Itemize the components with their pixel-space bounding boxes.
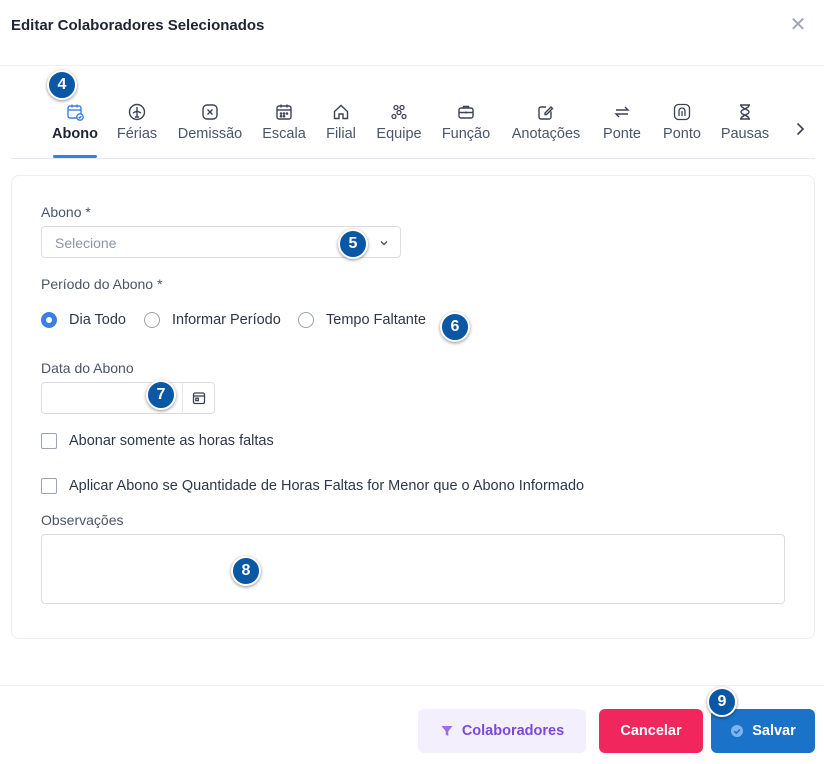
step-badge: 6 <box>440 312 470 342</box>
checkbox-aplicar-menor[interactable]: Aplicar Abono se Quantidade de Horas Fal… <box>41 478 584 494</box>
briefcase-icon <box>458 105 474 119</box>
radio-circle <box>144 312 160 328</box>
tab-label: Ponte <box>603 126 641 142</box>
data-abono-input[interactable] <box>41 382 215 414</box>
step-badge: 8 <box>231 556 261 586</box>
close-icon[interactable]: ✕ <box>788 15 808 36</box>
observacoes-textarea[interactable] <box>41 534 785 604</box>
radio-label: Tempo Faltante <box>326 312 426 328</box>
radio-label: Dia Todo <box>69 312 126 328</box>
fingerprint-icon <box>673 103 691 121</box>
calendar-badge-icon <box>67 104 84 121</box>
chevron-right-icon[interactable] <box>790 119 810 139</box>
checkbox-box <box>41 433 57 449</box>
tab-escala[interactable]: Escala <box>262 96 306 158</box>
tab-anotacoes[interactable]: Anotações <box>510 96 582 158</box>
x-circle-icon <box>202 104 218 120</box>
calendar-grid-icon <box>276 104 292 120</box>
tab-equipe[interactable]: Equipe <box>376 96 422 158</box>
calendar-icon <box>192 392 205 405</box>
tab-label: Férias <box>116 126 158 142</box>
checkbox-box <box>41 478 57 494</box>
tab-funcao[interactable]: Função <box>441 96 491 158</box>
tab-filial[interactable]: Filial <box>325 96 357 158</box>
modal-header: Editar Colaboradores Selecionados ✕ <box>0 0 824 66</box>
cancel-label: Cancelar <box>620 723 682 739</box>
tab-label: Abono <box>52 126 98 142</box>
tab-abono[interactable]: Abono <box>52 96 98 158</box>
airplane-icon <box>128 103 146 121</box>
tab-label: Pausas <box>720 126 770 142</box>
tab-label: Ponto <box>663 126 701 142</box>
calendar-button[interactable] <box>182 383 214 413</box>
home-icon <box>333 104 349 120</box>
colaboradores-button[interactable]: Colaboradores <box>418 709 586 753</box>
periodo-label: Período do Abono * <box>41 276 163 292</box>
checkbox-label: Abonar somente as horas faltas <box>69 433 274 449</box>
tab-label: Equipe <box>376 126 422 142</box>
abono-placeholder: Selecione <box>55 235 117 251</box>
tab-ponto[interactable]: Ponto <box>661 96 703 158</box>
check-circle-icon <box>731 725 744 737</box>
checkbox-horas-faltas[interactable]: Abonar somente as horas faltas <box>41 433 274 449</box>
colaboradores-label: Colaboradores <box>461 723 565 739</box>
step-badge: 4 <box>47 70 77 100</box>
radio-dia-todo[interactable]: Dia Todo <box>41 312 126 328</box>
tab-label: Demissão <box>177 126 243 142</box>
radio-circle <box>298 312 314 328</box>
radio-informar-periodo[interactable]: Informar Período <box>144 312 281 328</box>
hourglass-icon <box>740 104 750 120</box>
tab-label: Função <box>441 126 491 142</box>
filter-icon <box>441 726 453 736</box>
edit-note-icon <box>538 106 554 120</box>
data-abono-label: Data do Abono <box>41 360 134 376</box>
step-badge: 7 <box>146 380 176 410</box>
abono-label: Abono * <box>41 204 91 220</box>
checkbox-label: Aplicar Abono se Quantidade de Horas Fal… <box>69 478 585 494</box>
tab-label: Filial <box>326 126 356 142</box>
tab-demissao[interactable]: Demissão <box>177 96 243 158</box>
tab-ponte[interactable]: Ponte <box>601 96 643 158</box>
tab-ferias[interactable]: Férias <box>117 96 157 158</box>
tab-label: Escala <box>262 126 306 142</box>
people-icon <box>391 104 407 120</box>
swap-arrows-icon <box>614 106 630 118</box>
tab-bar: Abono Férias Demissão Escala Filial Equi… <box>11 96 815 159</box>
step-badge: 9 <box>707 687 737 717</box>
tab-pausas[interactable]: Pausas <box>721 96 769 158</box>
cancel-button[interactable]: Cancelar <box>599 709 703 753</box>
observacoes-label: Observações <box>41 512 124 528</box>
step-badge: 5 <box>338 229 368 259</box>
radio-circle <box>41 312 57 328</box>
chevron-down-icon <box>380 241 388 246</box>
save-label: Salvar <box>752 723 796 739</box>
tab-label: Anotações <box>511 126 581 142</box>
modal-title: Editar Colaboradores Selecionados <box>11 17 265 34</box>
radio-label: Informar Período <box>172 312 281 328</box>
radio-tempo-faltante[interactable]: Tempo Faltante <box>298 312 426 328</box>
